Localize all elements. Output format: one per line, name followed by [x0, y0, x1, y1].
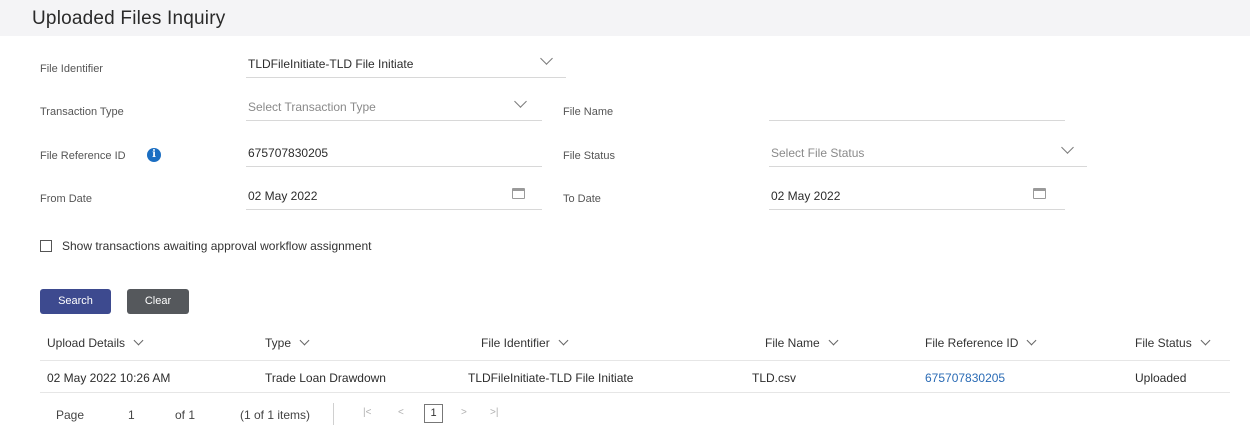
- from-date-label: From Date: [40, 193, 92, 205]
- file-identifier-label: File Identifier: [40, 63, 103, 75]
- file-reference-id-value: 675707830205: [248, 146, 329, 160]
- transaction-type-select[interactable]: Select Transaction Type: [246, 91, 542, 121]
- pagination-page-number[interactable]: 1: [128, 408, 135, 422]
- column-header-file-reference-id[interactable]: File Reference ID: [925, 335, 1037, 350]
- clear-button[interactable]: Clear: [127, 289, 189, 314]
- table-row-divider: [40, 392, 1230, 393]
- chevron-down-icon: [1200, 335, 1211, 346]
- file-identifier-select[interactable]: TLDFileInitiate-TLD File Initiate: [246, 48, 566, 78]
- pagination-page-label: Page: [56, 408, 85, 422]
- to-date-input[interactable]: 02 May 2022: [769, 180, 1065, 210]
- chevron-down-icon: [540, 52, 553, 65]
- chevron-down-icon: [133, 335, 144, 346]
- file-identifier-value: TLDFileInitiate-TLD File Initiate: [248, 57, 414, 71]
- table-cell-file-name: TLD.csv: [752, 371, 797, 385]
- transaction-type-placeholder: Select Transaction Type: [248, 100, 376, 114]
- prev-page-icon[interactable]: <: [398, 407, 404, 418]
- file-status-label: File Status: [563, 150, 615, 162]
- pagination-current-page[interactable]: 1: [424, 404, 443, 423]
- pagination-items-summary: (1 of 1 items): [240, 408, 311, 422]
- table-cell-upload-details: 02 May 2022 10:26 AM: [47, 371, 171, 385]
- info-icon[interactable]: i: [147, 148, 161, 162]
- chevron-down-icon: [828, 335, 839, 346]
- chevron-down-icon: [1026, 335, 1037, 346]
- column-header-file-status[interactable]: File Status: [1135, 335, 1211, 350]
- approval-workflow-checkbox-label[interactable]: Show transactions awaiting approval work…: [62, 239, 372, 253]
- file-reference-id-input[interactable]: 675707830205: [246, 137, 542, 167]
- page-title: Uploaded Files Inquiry: [32, 8, 226, 29]
- search-button[interactable]: Search: [40, 289, 111, 314]
- transaction-type-label: Transaction Type: [40, 106, 124, 118]
- table-cell-file-identifier: TLDFileInitiate-TLD File Initiate: [468, 371, 634, 385]
- chevron-down-icon: [1061, 141, 1074, 154]
- file-name-input[interactable]: [769, 91, 1065, 121]
- table-header-divider: [40, 360, 1230, 361]
- calendar-icon[interactable]: [512, 188, 525, 199]
- first-page-icon[interactable]: |<: [363, 407, 371, 418]
- chevron-down-icon: [299, 335, 310, 346]
- chevron-down-icon: [558, 335, 569, 346]
- file-status-select[interactable]: Select File Status: [769, 137, 1087, 167]
- from-date-value: 02 May 2022: [248, 189, 318, 203]
- table-cell-file-status: Uploaded: [1135, 371, 1187, 385]
- pagination-of-label: of 1: [175, 408, 196, 422]
- table-cell-type: Trade Loan Drawdown: [265, 371, 386, 385]
- chevron-down-icon: [514, 95, 527, 108]
- approval-workflow-checkbox[interactable]: [40, 240, 52, 252]
- from-date-input[interactable]: 02 May 2022: [246, 180, 542, 210]
- to-date-label: To Date: [563, 193, 601, 205]
- pagination-divider: [333, 403, 334, 425]
- last-page-icon[interactable]: >|: [490, 407, 498, 418]
- column-header-upload-details[interactable]: Upload Details: [47, 335, 144, 350]
- to-date-value: 02 May 2022: [771, 189, 841, 203]
- calendar-icon[interactable]: [1033, 188, 1046, 199]
- column-header-file-name[interactable]: File Name: [765, 335, 839, 350]
- next-page-icon[interactable]: >: [461, 407, 467, 418]
- column-header-type[interactable]: Type: [265, 335, 310, 350]
- column-header-file-identifier[interactable]: File Identifier: [481, 335, 569, 350]
- file-status-placeholder: Select File Status: [771, 146, 865, 160]
- file-reference-id-link[interactable]: 675707830205: [925, 371, 1005, 385]
- file-reference-id-label: File Reference ID: [40, 150, 126, 162]
- file-name-label: File Name: [563, 106, 614, 118]
